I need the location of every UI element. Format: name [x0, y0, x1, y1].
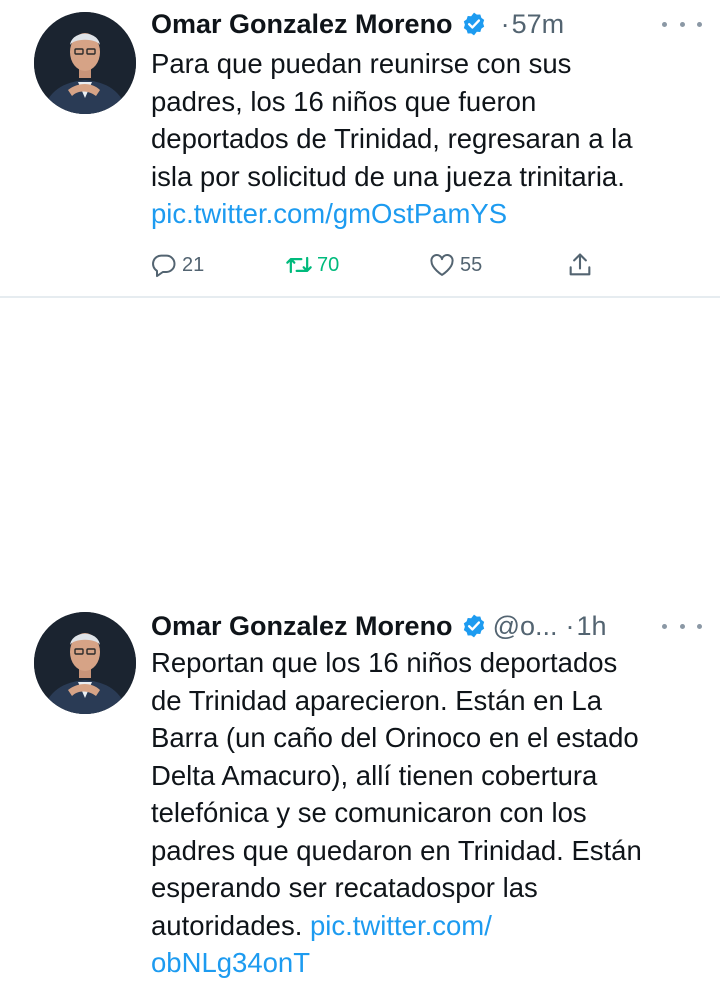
media-link[interactable]: pic.twitter.com/ [310, 910, 492, 941]
action-bar: 21 70 55 [150, 248, 610, 282]
media-link-continued[interactable]: obNLg34onT [151, 944, 701, 982]
timestamp[interactable]: 57m [512, 9, 565, 40]
tweet[interactable]: Omar Gonzalez Moreno · 57m Para que pued… [0, 0, 720, 296]
tweet-text-line: padres que quedaron en Trinidad. Están [151, 834, 642, 866]
verified-badge-icon [463, 12, 484, 36]
tweet-text-line: de Trinidad aparecieron. Están en La [151, 684, 602, 716]
author-name[interactable]: Omar Gonzalez Moreno [151, 611, 453, 642]
like-button[interactable]: 55 [428, 248, 482, 282]
retweet-button[interactable]: 70 [285, 248, 339, 282]
avatar[interactable] [34, 612, 136, 714]
avatar[interactable] [34, 12, 136, 114]
tweet[interactable]: Omar Gonzalez Moreno @o... · 1h Reportan… [0, 296, 720, 978]
tweet-text-line: isla por solicitud de una jueza trinitar… [151, 160, 625, 192]
verified-badge-icon [463, 614, 484, 638]
tweet-text-line: Barra (un caño del Orinoco en el estado [151, 722, 639, 753]
media-link[interactable]: pic.twitter.com/gmOstPamYS [151, 195, 701, 233]
tweet-text-line: Para que puedan reunirse con sus [151, 48, 572, 79]
more-icon[interactable] [662, 14, 702, 34]
retweet-icon [286, 256, 312, 274]
tweet-text-fragment: autoridades. [151, 909, 310, 941]
tweet-text-line: Delta Amacuro), allí tienen cobertura [151, 759, 598, 791]
dot-separator: · [565, 610, 575, 641]
tweet-text-line: telefónica y se comunicaron con los [151, 797, 587, 828]
dot-separator: · [500, 8, 510, 39]
timestamp[interactable]: 1h [577, 611, 607, 642]
tweet-text-line: padres, los 16 niños que fueron [151, 85, 537, 117]
tweet-text: Para que puedan reunirse con sus padres,… [151, 45, 701, 233]
like-count: 55 [460, 253, 483, 276]
more-icon[interactable] [662, 616, 702, 636]
avatar-image [34, 12, 136, 114]
retweet-count: 70 [317, 253, 340, 276]
tweet-text: Reportan que los 16 niños deportados de … [151, 644, 701, 982]
tweet-text-line: esperando ser recatadospor las [151, 872, 538, 903]
tweet-header: Omar Gonzalez Moreno · 57m [151, 4, 660, 44]
reply-button[interactable]: 21 [150, 248, 204, 282]
reply-icon [152, 254, 176, 278]
tweet-text-line: autoridades. pic.twitter.com/ [151, 907, 701, 945]
reply-count: 21 [182, 253, 205, 276]
share-button[interactable] [566, 248, 598, 282]
tweet-header: Omar Gonzalez Moreno @o... · 1h [151, 606, 660, 646]
tweet-text-line: Reportan que los 16 niños deportados [151, 647, 618, 678]
tweet-text-line: deportados de Trinidad, regresaran a la [151, 123, 633, 154]
avatar-image [34, 612, 136, 714]
author-handle[interactable]: @o... [493, 611, 558, 642]
share-icon [569, 253, 591, 276]
like-icon [430, 254, 454, 276]
author-name[interactable]: Omar Gonzalez Moreno [151, 9, 453, 40]
